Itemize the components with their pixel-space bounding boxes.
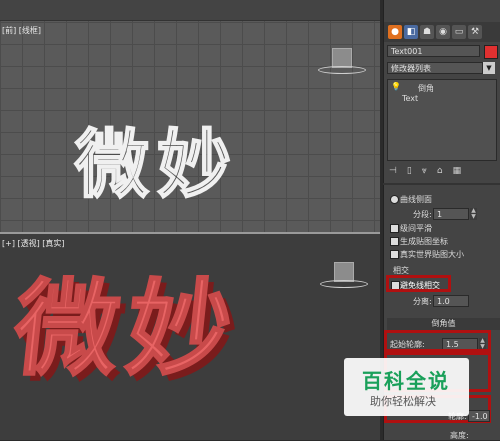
separation-label: 分离: [413, 297, 432, 306]
viewcube-perspective[interactable] [334, 262, 354, 282]
motion-icon[interactable]: ◉ [436, 25, 450, 39]
command-panel-tabs: ● ◧ ☗ ◉ ▭ ⚒ [384, 22, 500, 42]
chevron-down-icon[interactable]: ▼ [483, 62, 495, 74]
separation-field[interactable]: 1.0 [433, 295, 469, 307]
object-name-field[interactable]: Text001 [387, 45, 480, 57]
highlight-box-avoid [386, 275, 451, 292]
panel-separator [383, 183, 500, 185]
curve-sides-radio[interactable] [390, 195, 399, 204]
real-world-label: 真实世界贴图大小 [400, 250, 464, 259]
modify-icon[interactable]: ◧ [404, 25, 418, 39]
beveled-text-object[interactable]: 微妙 [8, 244, 248, 395]
viewcube[interactable] [332, 48, 352, 68]
segments-field[interactable]: 1 [433, 208, 469, 220]
curve-sides-label: 曲线侧面 [400, 195, 432, 204]
outline-field[interactable]: -1.0 [468, 410, 490, 422]
wireframe-text-object[interactable]: 微妙 [74, 105, 239, 212]
lightbulb-icon[interactable]: 💡 [391, 82, 401, 91]
show-end-icon[interactable]: ▯ [407, 166, 412, 178]
real-world-checkbox[interactable] [390, 250, 399, 259]
pin-icon[interactable]: ⊣ [389, 166, 397, 178]
hierarchy-icon[interactable]: ☗ [420, 25, 434, 39]
gen-map-label: 生成贴图坐标 [400, 237, 448, 246]
configure-icon[interactable]: ▦ [453, 166, 462, 178]
remove-modifier-icon[interactable]: ⌂ [437, 166, 443, 178]
utilities-icon[interactable]: ⚒ [468, 25, 482, 39]
object-color-swatch[interactable] [484, 45, 498, 59]
segments-spinner[interactable]: ▲ ▼ [470, 208, 477, 220]
display-icon[interactable]: ▭ [452, 25, 466, 39]
highlight-box-start [384, 330, 491, 352]
modifier-stack-item-text[interactable]: Text [402, 94, 418, 103]
segments-label: 分段: [413, 210, 432, 219]
stack-toolbar: ⊣ ▯ ⩔ ⌂ ▦ [389, 166, 495, 178]
bevel-values-header[interactable]: 倒角值 [387, 318, 500, 330]
viewcube-ring-perspective[interactable] [320, 280, 368, 288]
modifier-list-dropdown[interactable]: 修改器列表 [387, 62, 483, 74]
watermark-logo: 百科全说 助你轻松解决 [344, 358, 469, 416]
modifier-stack-item-bevel[interactable]: 倒角 [418, 83, 434, 94]
level-smooth-label: 级间平滑 [400, 224, 432, 233]
make-unique-icon[interactable]: ⩔ [422, 166, 427, 178]
level-smooth-checkbox[interactable] [390, 224, 399, 233]
viewcube-ring[interactable] [318, 66, 366, 74]
watermark-sub-text: 助你轻松解决 [370, 395, 436, 408]
viewport-top-bar [0, 0, 380, 21]
front-viewport-label[interactable]: [前] [线框] [2, 25, 41, 36]
height-label: 高度: [450, 431, 469, 440]
create-icon[interactable]: ● [388, 25, 402, 39]
gen-map-checkbox[interactable] [390, 237, 399, 246]
watermark-main-text: 百科全说 [362, 369, 450, 393]
modifier-stack[interactable]: 💡 倒角 Text [387, 79, 497, 161]
